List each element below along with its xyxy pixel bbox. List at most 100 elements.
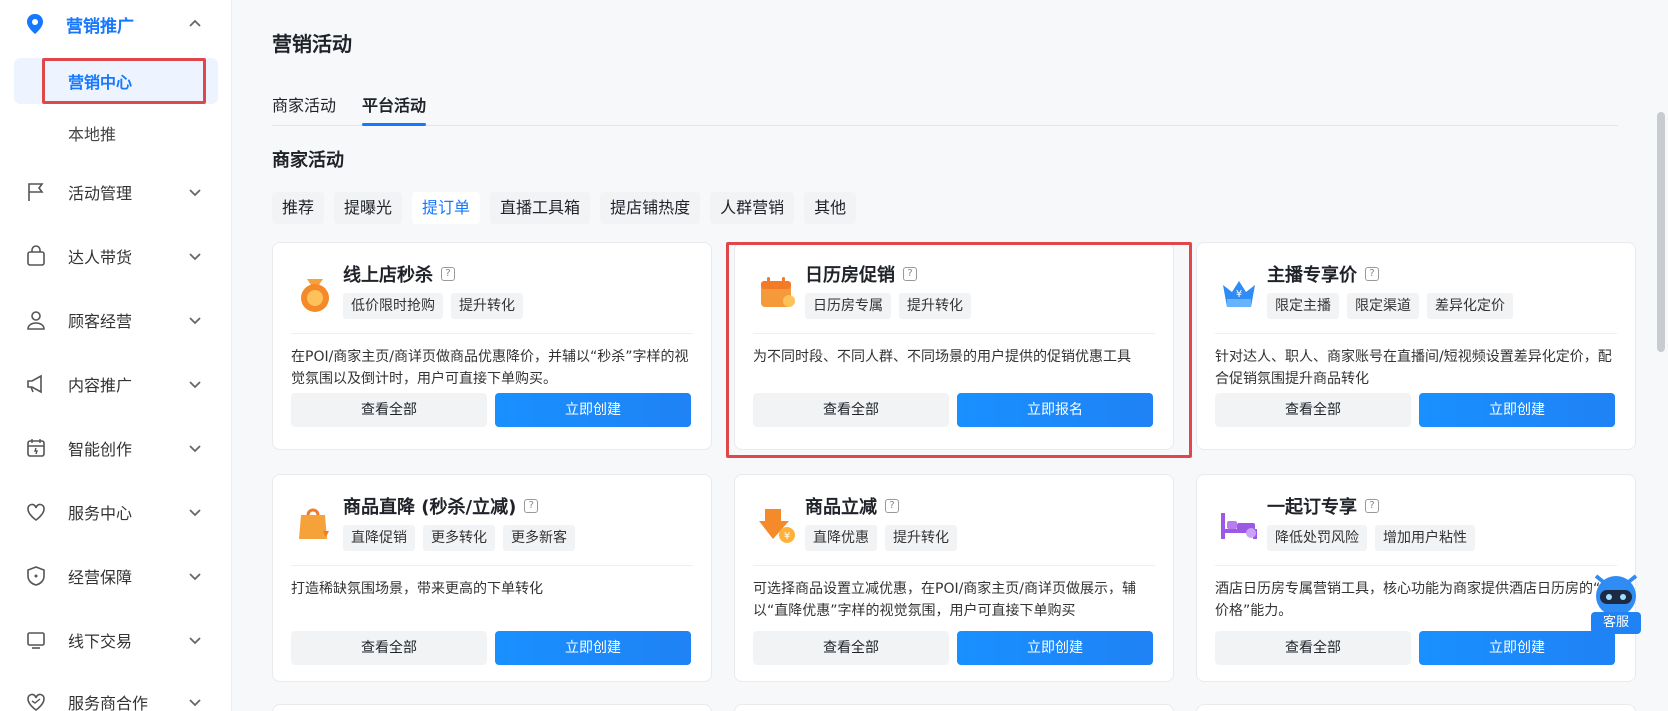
chip-other[interactable]: 其他 (804, 192, 857, 224)
view-all-button[interactable]: 查看全部 (291, 393, 487, 427)
divider (753, 565, 1155, 566)
sidebar-item-partner[interactable]: 服务商合作 (0, 676, 231, 711)
help-icon[interactable]: ? (524, 499, 539, 513)
sidebar-item-offline[interactable]: 线下交易 (0, 614, 231, 666)
create-now-button[interactable]: 立即创建 (1419, 393, 1615, 427)
activity-card-price-cut: 商品直降 (秒杀/立减)? 直降促销 更多转化 更多新客 打造稀缺氛围场景，带来… (272, 474, 712, 682)
handshake-heart-icon (24, 690, 48, 711)
card-description: 酒店日历房专属营销工具，核心功能为商家提供酒店日历房的“纱价格”能力。 (1215, 581, 1615, 619)
card-tag: 更多新客 (503, 525, 575, 551)
chip-store-heat[interactable]: 提店铺热度 (600, 192, 701, 224)
bed-icon (1217, 503, 1261, 547)
sidebar-item-label: 线下交易 (68, 632, 133, 651)
view-all-button[interactable]: 查看全部 (753, 393, 949, 427)
tab-active-indicator (362, 123, 426, 126)
heart-icon (24, 500, 48, 524)
chip-live-toolbox[interactable]: 直播工具箱 (490, 192, 591, 224)
card-tag: 差异化定价 (1427, 293, 1513, 319)
sidebar-item-label: 智能创作 (68, 440, 133, 459)
chip-recommend[interactable]: 推荐 (272, 192, 325, 224)
card-title-text: 商品直降 (秒杀/立减) (343, 497, 517, 518)
customer-service-label[interactable]: 客服 (1591, 612, 1641, 634)
activity-card-partial (1196, 704, 1636, 711)
monitor-icon (24, 628, 48, 652)
sidebar-item-label: 营销推广 (66, 16, 134, 37)
sidebar-item-content[interactable]: 内容推广 (0, 358, 231, 410)
activity-card-instant-discount: ¥ 商品立减? 直降优惠 提升转化 可选择商品设置立减优惠，在POI/商家主页/… (734, 474, 1174, 682)
divider (291, 565, 693, 566)
activity-card-calendar-room: 日历房促销? 日历房专属 提升转化 为不同时段、不同人群、不同场景的用户提供的促… (734, 242, 1174, 450)
svg-text:¥: ¥ (1236, 289, 1242, 300)
register-now-button[interactable]: 立即报名 (957, 393, 1153, 427)
sidebar-subitem-local-promotion[interactable]: 本地推 (14, 110, 218, 156)
tab-merchant-activity[interactable]: 商家活动 (272, 92, 336, 116)
scrollbar-thumb[interactable] (1657, 112, 1665, 352)
create-now-button[interactable]: 立即创建 (495, 631, 691, 665)
sidebar-item-label: 顾客经营 (68, 312, 133, 331)
divider (753, 333, 1155, 334)
create-now-button[interactable]: 立即创建 (1419, 631, 1615, 665)
help-icon[interactable]: ? (903, 267, 917, 281)
card-title: 日历房促销? (805, 261, 917, 287)
filter-chips: 推荐 提曝光 提订单 直播工具箱 提店铺热度 人群营销 其他 (272, 192, 857, 224)
card-tag: 直降优惠 (805, 525, 877, 551)
card-tag: 限定渠道 (1347, 293, 1419, 319)
card-title: 一起订专享? (1267, 493, 1379, 519)
sidebar-item-marketing[interactable]: 营销推广 (0, 0, 231, 48)
card-tag: 直降促销 (343, 525, 415, 551)
sidebar-item-activity[interactable]: 活动管理 (0, 166, 231, 218)
chevron-down-icon (188, 376, 202, 395)
location-pin-icon (24, 13, 46, 35)
chip-orders[interactable]: 提订单 (412, 192, 481, 224)
sidebar-item-label: 服务中心 (68, 504, 133, 523)
view-all-button[interactable]: 查看全部 (1215, 393, 1411, 427)
activity-card-yiqiding: 一起订专享? 降低处罚风险 增加用户粘性 酒店日历房专属营销工具，核心功能为商家… (1196, 474, 1636, 682)
shopping-bag-icon (24, 244, 48, 268)
sidebar-item-guarantee[interactable]: 经营保障 (0, 550, 231, 602)
scrollbar[interactable] (1654, 0, 1668, 711)
card-tags: 低价限时抢购 提升转化 (343, 293, 523, 319)
page-title: 营销活动 (272, 32, 352, 56)
sidebar-item-label: 内容推广 (68, 376, 133, 395)
create-now-button[interactable]: 立即创建 (495, 393, 691, 427)
shield-icon (24, 564, 48, 588)
chevron-down-icon (188, 504, 202, 523)
activity-card-streamer-price: ¥ 主播专享价? 限定主播 限定渠道 差异化定价 针对达人、职人、商家账号在直播… (1196, 242, 1636, 450)
chevron-down-icon (188, 632, 202, 651)
help-icon[interactable]: ? (1365, 499, 1379, 513)
card-description: 为不同时段、不同人群、不同场景的用户提供的促销优惠工具 (753, 349, 1131, 365)
card-description: 在POI/商家主页/商详页做商品优惠降价，并辅以“秒杀”字样的视觉氛围以及倒计时… (291, 349, 689, 387)
help-icon[interactable]: ? (885, 499, 899, 513)
chip-exposure[interactable]: 提曝光 (334, 192, 403, 224)
sidebar-subitem-marketing-center[interactable]: 营销中心 (14, 58, 218, 104)
sidebar-item-customer[interactable]: 顾客经营 (0, 294, 231, 346)
chevron-down-icon (188, 440, 202, 459)
card-tag: 增加用户粘性 (1375, 525, 1475, 551)
card-description: 打造稀缺氛围场景，带来更高的下单转化 (291, 581, 543, 597)
tab-platform-activity[interactable]: 平台活动 (362, 92, 426, 116)
svg-text:¥: ¥ (784, 531, 790, 542)
view-all-button[interactable]: 查看全部 (1215, 631, 1411, 665)
card-title: 线上店秒杀? (343, 261, 455, 287)
card-tag: 降低处罚风险 (1267, 525, 1367, 551)
help-icon[interactable]: ? (441, 267, 455, 281)
chip-audience[interactable]: 人群营销 (710, 192, 795, 224)
card-title: 商品直降 (秒杀/立减)? (343, 493, 539, 519)
card-description: 可选择商品设置立减优惠，在POI/商家主页/商详页做展示，辅以“直降优惠”字样的… (753, 581, 1137, 619)
sidebar-item-influencer[interactable]: 达人带货 (0, 230, 231, 282)
price-cut-bag-icon (293, 503, 337, 547)
tab-bar: 商家活动 平台活动 (272, 84, 1618, 126)
help-icon[interactable]: ? (1365, 267, 1379, 281)
megaphone-icon (24, 372, 48, 396)
sidebar-item-smart-create[interactable]: 智能创作 (0, 422, 231, 474)
divider (291, 333, 693, 334)
create-now-button[interactable]: 立即创建 (957, 631, 1153, 665)
view-all-button[interactable]: 查看全部 (753, 631, 949, 665)
chevron-down-icon (188, 694, 202, 711)
card-title-text: 主播专享价 (1267, 265, 1357, 286)
card-tags: 直降促销 更多转化 更多新客 (343, 525, 575, 551)
card-tag: 日历房专属 (805, 293, 891, 319)
card-description: 针对达人、职人、商家账号在直播间/短视频设置差异化定价，配合促销氛围提升商品转化 (1215, 349, 1612, 387)
sidebar-item-service-center[interactable]: 服务中心 (0, 486, 231, 538)
view-all-button[interactable]: 查看全部 (291, 631, 487, 665)
